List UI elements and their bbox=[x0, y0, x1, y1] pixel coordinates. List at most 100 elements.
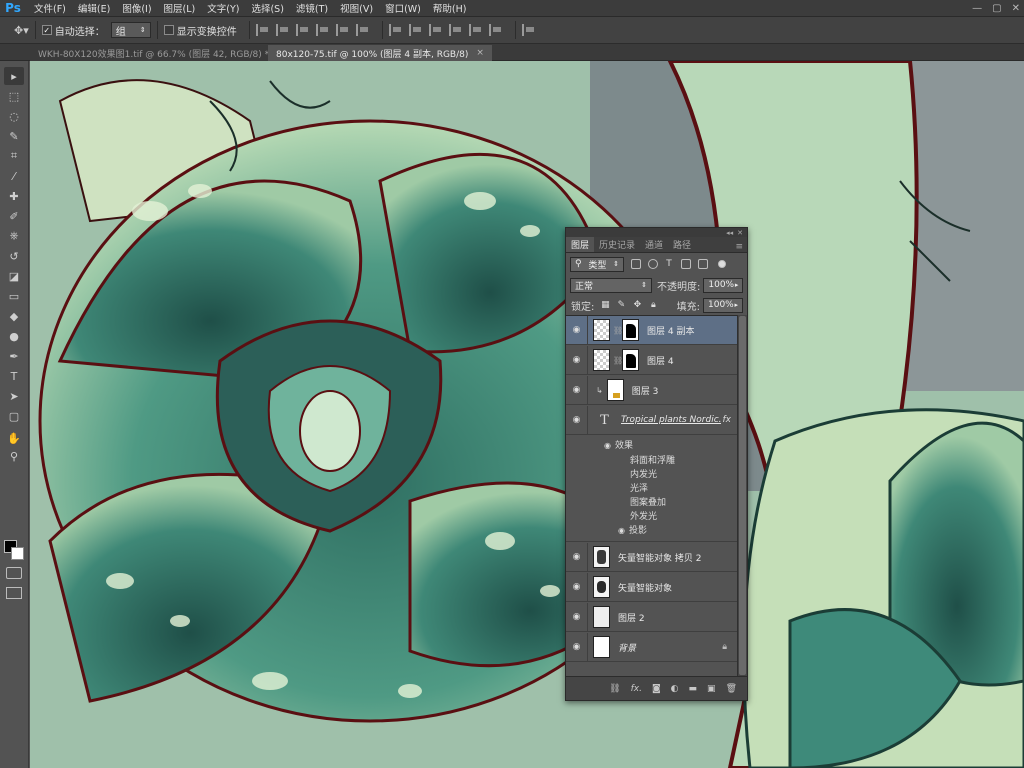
path-select-tool[interactable]: ➤ bbox=[4, 387, 24, 405]
restore-icon[interactable]: ▢ bbox=[992, 3, 1001, 14]
menu-file[interactable]: 文件(F) bbox=[34, 1, 66, 15]
layer-name[interactable]: 矢量智能对象 拷贝 2 bbox=[618, 551, 701, 564]
lock-pixels-icon[interactable]: ✎ bbox=[616, 300, 626, 310]
filter-toggle-icon[interactable] bbox=[718, 260, 726, 268]
filter-adjustment-icon[interactable] bbox=[648, 259, 658, 269]
eye-icon[interactable]: ◉ bbox=[566, 316, 588, 345]
effect-item[interactable]: 斜面和浮雕 bbox=[630, 453, 675, 466]
lock-position-icon[interactable]: ✥ bbox=[632, 300, 642, 310]
effect-item[interactable]: 图案叠加 bbox=[630, 495, 666, 508]
align-vcenter-icon[interactable] bbox=[275, 24, 290, 36]
lasso-tool[interactable]: ◌ bbox=[4, 107, 24, 125]
fill-field[interactable]: 100% ▸ bbox=[703, 297, 743, 313]
crop-tool[interactable]: ⌗ bbox=[4, 147, 24, 165]
effect-item-shadow[interactable]: ◉ 投影 bbox=[618, 523, 647, 536]
layer-row[interactable]: ◉ 矢量智能对象 bbox=[566, 572, 737, 602]
distribute-top-icon[interactable] bbox=[388, 24, 403, 36]
scrollbar-thumb[interactable] bbox=[739, 316, 746, 675]
layer-row[interactable]: ◉ 图层 2 bbox=[566, 602, 737, 632]
show-transform-checkbox[interactable] bbox=[163, 25, 174, 35]
tab-history[interactable]: 历史记录 bbox=[594, 237, 640, 252]
filter-shape-icon[interactable] bbox=[681, 259, 691, 269]
layer-name[interactable]: Tropical plants Nordic... bbox=[621, 415, 721, 425]
shape-tool[interactable]: ▢ bbox=[4, 407, 24, 425]
trash-icon[interactable]: 🗑︎ bbox=[726, 684, 737, 694]
eye-icon[interactable]: ◉ bbox=[566, 345, 588, 375]
filter-smart-object-icon[interactable] bbox=[698, 259, 708, 269]
minimize-icon[interactable]: — bbox=[972, 3, 982, 14]
layers-scrollbar[interactable] bbox=[737, 315, 747, 676]
document-canvas[interactable] bbox=[30, 61, 1024, 768]
filter-kind-dropdown[interactable]: ⚲ 类型 ⇕ bbox=[570, 256, 624, 272]
menu-filter[interactable]: 滤镜(T) bbox=[296, 1, 328, 15]
new-group-icon[interactable]: ▬ bbox=[689, 684, 698, 694]
distribute-left-icon[interactable] bbox=[448, 24, 463, 36]
screen-mode-icon[interactable] bbox=[6, 587, 22, 599]
layer-row[interactable]: ◉ 矢量智能对象 拷贝 2 bbox=[566, 542, 737, 572]
clone-stamp-tool[interactable]: ⎈ bbox=[4, 227, 24, 245]
align-left-icon[interactable] bbox=[315, 24, 330, 36]
pen-tool[interactable]: ✒ bbox=[4, 347, 24, 365]
eraser-tool[interactable]: ◪ bbox=[4, 267, 24, 285]
tab-layers[interactable]: 图层 bbox=[566, 237, 595, 252]
layer-name[interactable]: 背景 bbox=[618, 641, 636, 654]
menu-view[interactable]: 视图(V) bbox=[340, 1, 373, 15]
close-panel-icon[interactable]: ✕ bbox=[737, 229, 743, 237]
menu-layer[interactable]: 图层(L) bbox=[164, 1, 196, 15]
align-right-icon[interactable] bbox=[355, 24, 370, 36]
lock-all-icon[interactable]: 🔒︎ bbox=[648, 300, 658, 310]
gradient-tool[interactable]: ▭ bbox=[4, 287, 24, 305]
layer-row[interactable]: ◉ ⛓ 图层 4 副本 bbox=[566, 316, 737, 345]
type-tool[interactable]: T bbox=[4, 367, 24, 385]
move-tool[interactable]: ▸ bbox=[4, 67, 24, 85]
tab-document-2[interactable]: 80x120-75.tif @ 100% (图层 4 副本, RGB/8) × bbox=[268, 45, 492, 61]
layer-row[interactable]: ◉ T Tropical plants Nordic... fx bbox=[566, 405, 737, 435]
blur-tool[interactable]: ◆ bbox=[4, 307, 24, 325]
link-layers-icon[interactable]: ⛓ bbox=[609, 684, 620, 694]
eye-icon[interactable]: ◉ bbox=[566, 632, 588, 662]
effects-header[interactable]: ◉ 效果 bbox=[604, 438, 633, 451]
eye-icon[interactable]: ◉ bbox=[604, 441, 611, 450]
layer-name[interactable]: 矢量智能对象 bbox=[618, 581, 672, 594]
align-top-icon[interactable] bbox=[255, 24, 270, 36]
distribute-bottom-icon[interactable] bbox=[428, 24, 443, 36]
add-mask-icon[interactable]: ◙ bbox=[652, 684, 661, 694]
distribute-right-icon[interactable] bbox=[488, 24, 503, 36]
fx-icon[interactable]: fx bbox=[723, 415, 732, 425]
menu-image[interactable]: 图像(I) bbox=[122, 1, 151, 15]
brush-tool[interactable]: ✐ bbox=[4, 207, 24, 225]
effect-item[interactable]: 光泽 bbox=[630, 481, 648, 494]
eye-icon[interactable]: ◉ bbox=[618, 526, 625, 535]
effect-item[interactable]: 外发光 bbox=[630, 509, 657, 522]
healing-tool[interactable]: ✚ bbox=[4, 187, 24, 205]
menu-type[interactable]: 文字(Y) bbox=[207, 1, 239, 15]
close-icon[interactable]: ✕ bbox=[1012, 3, 1020, 14]
opacity-field[interactable]: 100% ▸ bbox=[703, 277, 744, 293]
background-color-swatch[interactable] bbox=[11, 547, 24, 560]
layer-name[interactable]: 图层 2 bbox=[618, 611, 645, 624]
eyedropper-tool[interactable]: ⁄ bbox=[4, 167, 24, 185]
align-hcenter-icon[interactable] bbox=[335, 24, 350, 36]
panel-menu-icon[interactable]: ≡ bbox=[735, 242, 743, 252]
hand-tool[interactable]: ✋ bbox=[4, 429, 24, 447]
eye-icon[interactable]: ◉ bbox=[566, 602, 588, 632]
tab-channels[interactable]: 通道 bbox=[640, 237, 668, 252]
eye-icon[interactable]: ◉ bbox=[566, 375, 588, 405]
distribute-hcenter-icon[interactable] bbox=[468, 24, 483, 36]
tab-paths[interactable]: 路径 bbox=[668, 237, 696, 252]
align-bottom-icon[interactable] bbox=[295, 24, 310, 36]
filter-type-icon[interactable]: T bbox=[664, 259, 674, 269]
lock-transparency-icon[interactable]: ▦ bbox=[600, 300, 610, 310]
layer-name[interactable]: 图层 4 bbox=[647, 354, 674, 367]
new-layer-icon[interactable]: ▣ bbox=[707, 684, 716, 694]
eye-icon[interactable]: ◉ bbox=[566, 542, 588, 572]
eye-icon[interactable]: ◉ bbox=[566, 572, 588, 602]
layer-name[interactable]: 图层 4 副本 bbox=[647, 324, 694, 337]
adjustment-layer-icon[interactable]: ◐ bbox=[671, 684, 679, 694]
menu-window[interactable]: 窗口(W) bbox=[385, 1, 421, 15]
quick-mask-icon[interactable] bbox=[6, 567, 22, 579]
menu-select[interactable]: 选择(S) bbox=[251, 1, 283, 15]
layer-name[interactable]: 图层 3 bbox=[632, 384, 659, 397]
effect-item[interactable]: 内发光 bbox=[630, 467, 657, 480]
menu-help[interactable]: 帮助(H) bbox=[433, 1, 467, 15]
